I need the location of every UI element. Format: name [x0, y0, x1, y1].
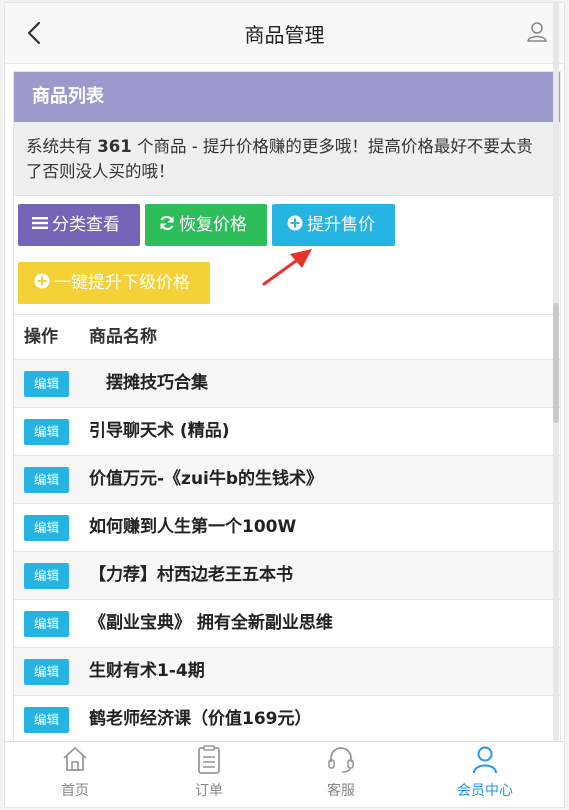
app-window: 商品管理 商品列表 系统共有 361 个商品 - 提升价格赚的更多哦！提高价格最…	[4, 2, 565, 808]
table-body: 编辑 摆摊技巧合集 编辑 引导聊天术 (精品) 编辑 价值万元-《zui牛b的生钱术…	[14, 360, 560, 742]
edit-button[interactable]: 编辑	[24, 515, 69, 541]
product-name: 【力荐】村西边老王五本书	[89, 565, 293, 585]
tab-orders[interactable]: 订单	[169, 742, 249, 807]
product-name: 《副业宝典》 拥有全新副业思维	[89, 613, 333, 633]
tab-member-center[interactable]: 会员中心	[445, 742, 525, 807]
product-name: 引导聊天术 (精品)	[89, 421, 230, 441]
restore-price-button[interactable]: 恢复价格	[145, 204, 267, 246]
table-row: 编辑 《副业宝典》 拥有全新副业思维	[14, 600, 560, 648]
desc-prefix: 系统共有	[26, 137, 98, 156]
plus-circle-icon	[34, 273, 50, 289]
product-count: 361	[97, 137, 132, 156]
edit-button[interactable]: 编辑	[24, 563, 69, 589]
product-list-panel: 商品列表 系统共有 361 个商品 - 提升价格赚的更多哦！提高价格最好不要太贵…	[13, 71, 561, 743]
product-table: 操作 商品名称 编辑 摆摊技巧合集 编辑 引导聊天术 (精品) 编辑 价值万元-《z…	[14, 314, 560, 742]
raise-lower-level-price-label: 一键提升下级价格	[54, 273, 190, 293]
table-row: 编辑 如何赚到人生第一个100W	[14, 504, 560, 552]
product-name: 如何赚到人生第一个100W	[89, 517, 297, 537]
product-name: 生财有术1-4期	[89, 661, 205, 681]
tab-home-label: 首页	[61, 783, 89, 799]
raise-lower-level-price-button[interactable]: 一键提升下级价格	[18, 262, 210, 304]
tab-home[interactable]: 首页	[35, 742, 115, 807]
headset-icon	[328, 747, 354, 773]
tab-member-center-label: 会员中心	[457, 783, 513, 799]
raise-price-button[interactable]: 提升售价	[272, 204, 395, 246]
tab-service-label: 客服	[327, 783, 355, 799]
table-row: 编辑 生财有术1-4期	[14, 648, 560, 696]
plus-circle-icon	[287, 215, 303, 231]
product-name: 价值万元-《zui牛b的生钱术》	[89, 469, 324, 489]
table-row: 编辑 摆摊技巧合集	[14, 360, 560, 408]
column-header-action: 操作	[24, 327, 58, 347]
edit-button[interactable]: 编辑	[24, 611, 69, 637]
home-icon	[63, 747, 87, 771]
product-name: 摆摊技巧合集	[89, 373, 208, 393]
table-header: 操作 商品名称	[14, 314, 560, 360]
edit-button[interactable]: 编辑	[24, 707, 69, 733]
scrollbar-thumb[interactable]	[553, 303, 559, 423]
panel-heading: 商品列表	[14, 72, 560, 122]
category-view-label: 分类查看	[52, 215, 120, 235]
table-row: 编辑 价值万元-《zui牛b的生钱术》	[14, 456, 560, 504]
restore-price-label: 恢复价格	[179, 215, 247, 235]
top-bar: 商品管理	[5, 3, 564, 64]
table-row: 编辑 鹤老师经济课（价值169元）	[14, 696, 560, 742]
tab-orders-label: 订单	[195, 783, 223, 799]
red-arrow-annotation	[262, 249, 312, 286]
panel-description: 系统共有 361 个商品 - 提升价格赚的更多哦！提高价格最好不要太贵了否则没人…	[14, 122, 560, 196]
page-title: 商品管理	[244, 23, 325, 47]
bottom-tab-bar: 首页 订单 客服 会员中心	[5, 741, 564, 807]
scrollbar[interactable]	[553, 3, 559, 743]
user-icon[interactable]	[526, 21, 548, 43]
edit-button[interactable]: 编辑	[24, 659, 69, 685]
raise-price-label: 提升售价	[307, 215, 375, 235]
edit-button[interactable]: 编辑	[24, 371, 69, 397]
table-row: 编辑 引导聊天术 (精品)	[14, 408, 560, 456]
tab-service[interactable]: 客服	[301, 742, 381, 807]
member-icon	[473, 746, 497, 774]
list-icon	[32, 217, 48, 229]
table-row: 编辑 【力荐】村西边老王五本书	[14, 552, 560, 600]
clipboard-icon	[198, 745, 220, 774]
product-name: 鹤老师经济课（价值169元）	[89, 709, 312, 729]
edit-button[interactable]: 编辑	[24, 419, 69, 445]
category-view-button[interactable]: 分类查看	[18, 204, 140, 246]
column-header-name: 商品名称	[89, 327, 157, 347]
edit-button[interactable]: 编辑	[24, 467, 69, 493]
refresh-icon	[160, 215, 174, 231]
